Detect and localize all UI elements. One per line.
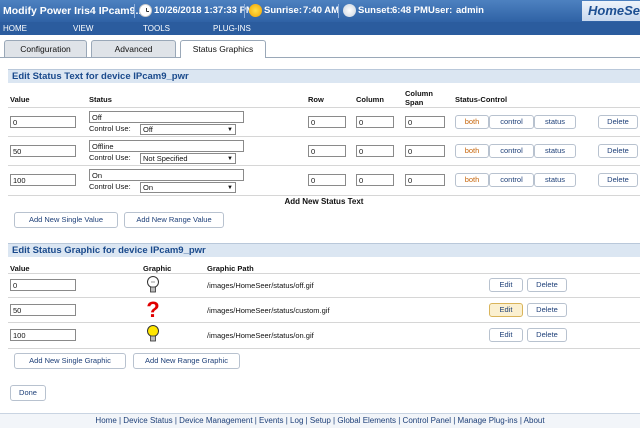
col-row: Row <box>308 95 324 104</box>
add-range-value-button[interactable]: Add New Range Value <box>124 212 224 228</box>
tab-status-graphics[interactable]: Status Graphics <box>180 40 266 58</box>
col-value: Value <box>10 95 30 104</box>
column-input[interactable]: 0 <box>356 116 394 128</box>
status-text-header: Edit Status Text for device IPcam9_pwr <box>8 69 640 83</box>
control-button[interactable]: control <box>489 144 534 158</box>
col-column: Column <box>356 95 384 104</box>
edit-button[interactable]: Edit <box>489 278 523 292</box>
menu-home[interactable]: HOME <box>3 24 27 33</box>
span-input[interactable]: 0 <box>405 174 445 186</box>
control-use-select[interactable]: On ▼ <box>140 182 236 193</box>
svg-text:?: ? <box>146 299 159 321</box>
control-use-select[interactable]: Not Specified ▼ <box>140 153 236 164</box>
sunset-icon <box>343 4 356 17</box>
row-input[interactable]: 0 <box>308 116 346 128</box>
graphic-path: /images/HomeSeer/status/custom.gif <box>207 306 330 315</box>
menu-tools[interactable]: TOOLS <box>143 24 170 33</box>
clock-icon <box>139 4 152 17</box>
graphic-path: /images/HomeSeer/status/on.gif <box>207 331 314 340</box>
col-graphic-path: Graphic Path <box>207 264 254 273</box>
col-status: Status <box>89 95 112 104</box>
both-button[interactable]: both <box>455 144 489 158</box>
sunrise-label: Sunrise: <box>264 5 303 16</box>
delete-button[interactable]: Delete <box>527 328 567 342</box>
col-column-span: Column Span <box>405 89 433 107</box>
both-button[interactable]: both <box>455 115 489 129</box>
value-input[interactable]: 100 <box>10 329 76 341</box>
control-button[interactable]: control <box>489 115 534 129</box>
separator <box>134 4 135 18</box>
chevron-down-icon: ▼ <box>227 156 233 162</box>
control-use-label: Control Use: <box>89 182 131 191</box>
add-single-value-button[interactable]: Add New Single Value <box>14 212 118 228</box>
row-input[interactable]: 0 <box>308 145 346 157</box>
control-button[interactable]: control <box>489 173 534 187</box>
delete-button[interactable]: Delete <box>598 115 638 129</box>
graphic-path: /images/HomeSeer/status/off.gif <box>207 281 314 290</box>
column-input[interactable]: 0 <box>356 145 394 157</box>
value-input[interactable]: 50 <box>10 304 76 316</box>
tab-configuration[interactable]: Configuration <box>4 40 87 57</box>
status-input[interactable]: Offline <box>89 140 244 152</box>
chevron-down-icon: ▼ <box>227 185 233 191</box>
username: admin <box>456 5 484 16</box>
user-label: User: <box>428 5 453 16</box>
span-input[interactable]: 0 <box>405 145 445 157</box>
row-input[interactable]: 0 <box>308 174 346 186</box>
status-button[interactable]: status <box>534 144 576 158</box>
bulb-on-icon <box>146 324 160 346</box>
homeseer-logo: HomeSe <box>582 1 640 21</box>
status-button[interactable]: status <box>534 173 576 187</box>
tab-advanced[interactable]: Advanced <box>91 40 176 57</box>
add-single-graphic-button[interactable]: Add New Single Graphic <box>14 353 126 369</box>
footer-nav[interactable]: Home | Device Status | Device Management… <box>0 413 640 428</box>
menu-plugins[interactable]: PLUG-INS <box>213 24 251 33</box>
sunrise-time: 7:40 AM <box>303 5 340 16</box>
bulb-off-icon <box>146 275 160 297</box>
col-graphic: Graphic <box>143 264 172 273</box>
separator <box>338 4 339 18</box>
separator <box>244 4 245 18</box>
chevron-down-icon: ▼ <box>227 127 233 133</box>
both-button[interactable]: both <box>455 173 489 187</box>
control-use-label: Control Use: <box>89 153 131 162</box>
value-input[interactable]: 0 <box>10 116 76 128</box>
delete-button[interactable]: Delete <box>527 303 567 317</box>
add-status-text-caption: Add New Status Text <box>284 197 364 206</box>
top-bar: Modify Power Iris4 IPcam9... 10/26/2018 … <box>0 0 640 22</box>
col-status-control: Status-Control <box>455 95 508 104</box>
done-button[interactable]: Done <box>10 385 46 401</box>
value-input[interactable]: 0 <box>10 279 76 291</box>
datetime: 10/26/2018 1:37:33 PM <box>154 5 254 16</box>
control-use-value: Off <box>143 125 153 134</box>
page-title: Modify Power Iris4 IPcam9... <box>3 5 145 17</box>
status-graphic-header: Edit Status Graphic for device IPcam9_pw… <box>8 243 640 257</box>
menu-bar: HOME VIEW TOOLS PLUG-INS <box>0 22 640 35</box>
edit-button[interactable]: Edit <box>489 303 523 317</box>
add-range-graphic-button[interactable]: Add New Range Graphic <box>133 353 240 369</box>
value-input[interactable]: 50 <box>10 145 76 157</box>
col-value: Value <box>10 264 30 273</box>
red-question-mark-icon: ? <box>145 297 161 323</box>
column-input[interactable]: 0 <box>356 174 394 186</box>
delete-button[interactable]: Delete <box>527 278 567 292</box>
control-use-select[interactable]: Off ▼ <box>140 124 236 135</box>
delete-button[interactable]: Delete <box>598 173 638 187</box>
control-use-label: Control Use: <box>89 124 131 133</box>
edit-button[interactable]: Edit <box>489 328 523 342</box>
status-input[interactable]: On <box>89 169 244 181</box>
delete-button[interactable]: Delete <box>598 144 638 158</box>
sun-icon <box>249 4 262 17</box>
sunset-label: Sunset: <box>358 5 393 16</box>
tab-divider <box>0 57 640 58</box>
control-use-value: Not Specified <box>143 154 188 163</box>
control-use-value: On <box>143 183 154 192</box>
value-input[interactable]: 100 <box>10 174 76 186</box>
span-input[interactable]: 0 <box>405 116 445 128</box>
status-input[interactable]: Off <box>89 111 244 123</box>
menu-view[interactable]: VIEW <box>73 24 93 33</box>
sunset-time: 6:48 PM <box>392 5 428 16</box>
status-button[interactable]: status <box>534 115 576 129</box>
